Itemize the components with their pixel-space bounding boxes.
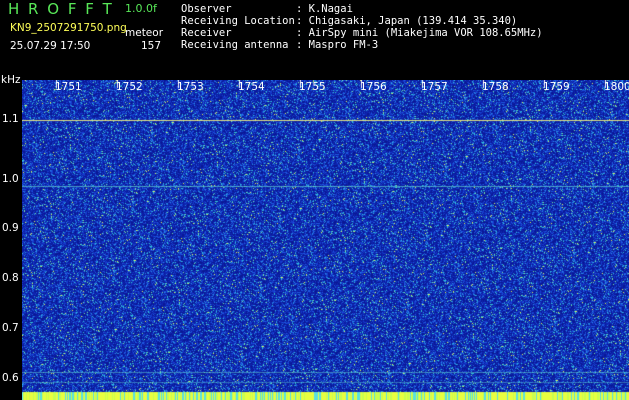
antenna-value: : Maspro FM-3 <box>296 39 379 51</box>
spectrogram-canvas <box>22 80 629 400</box>
x-tick-label: 1800 <box>604 81 629 93</box>
app-name: H R O F F T <box>8 0 114 18</box>
y-tick-label: 0.6 <box>2 372 19 384</box>
x-tick-label: 1758 <box>482 81 509 93</box>
antenna-label: Receiving antenna <box>181 39 289 51</box>
app-version: 1.0.0f <box>125 2 157 15</box>
y-tick-label: 1.0 <box>2 173 19 185</box>
location-label: Receiving Location <box>181 15 295 27</box>
receiver-value: : AirSpy mini (Miakejima VOR 108.65MHz) <box>296 27 543 39</box>
y-unit-label: kHz <box>1 74 21 86</box>
x-tick-label: 1755 <box>299 81 326 93</box>
x-tick-label: 1753 <box>177 81 204 93</box>
datetime: 25.07.29 17:50 <box>10 40 91 52</box>
x-tick-label: 1752 <box>116 81 143 93</box>
y-tick-label: 1.1 <box>2 113 19 125</box>
receiver-label: Receiver <box>181 27 232 39</box>
mode-label: meteor <box>125 27 164 39</box>
observer-value: : K.Nagai <box>296 3 353 15</box>
x-tick-label: 1756 <box>360 81 387 93</box>
y-tick-label: 0.8 <box>2 272 19 284</box>
filename: KN9_2507291750.png <box>10 22 127 34</box>
y-tick-label: 0.9 <box>2 222 19 234</box>
event-count: 157 <box>141 40 162 52</box>
x-tick-label: 1754 <box>238 81 265 93</box>
observer-label: Observer <box>181 3 232 15</box>
x-tick-label: 1757 <box>421 81 448 93</box>
location-value: : Chigasaki, Japan (139.414 35.340) <box>296 15 518 27</box>
x-tick-label: 1759 <box>543 81 570 93</box>
spectrogram <box>22 80 629 400</box>
x-tick-label: 1751 <box>55 81 82 93</box>
y-tick-label: 0.7 <box>2 322 19 334</box>
